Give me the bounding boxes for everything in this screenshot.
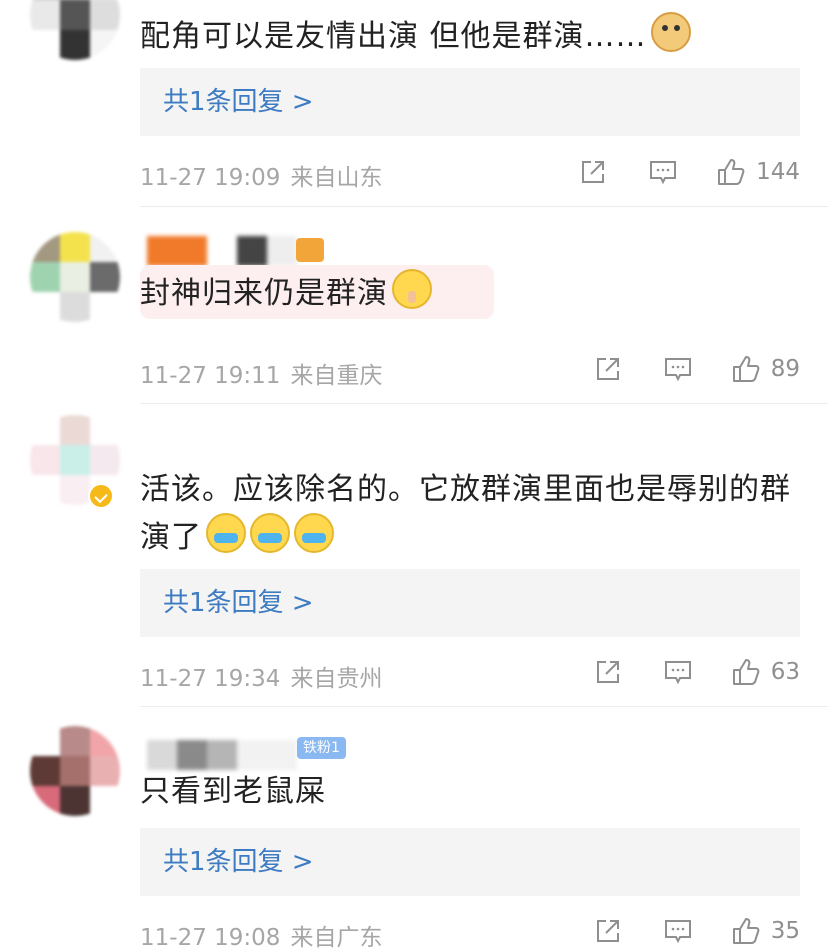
like-button[interactable]: 144 bbox=[716, 157, 800, 187]
share-button[interactable] bbox=[593, 657, 623, 687]
comment-icon bbox=[664, 920, 691, 944]
fan-level-badge: 铁粉1 bbox=[297, 737, 346, 759]
thumbs-up-icon bbox=[732, 918, 760, 944]
comment-text-line-2: 演了 bbox=[140, 513, 791, 561]
location: 来自贵州 bbox=[290, 666, 383, 692]
thumbs-up-icon bbox=[732, 659, 760, 685]
location: 来自山东 bbox=[290, 165, 383, 191]
share-icon bbox=[596, 661, 619, 683]
username-blurred[interactable] bbox=[147, 236, 297, 266]
like-count: 144 bbox=[756, 159, 800, 185]
share-icon bbox=[596, 358, 619, 380]
comment-text: 配角可以是友情出演 但他是群演…… bbox=[140, 12, 691, 60]
location: 来自重庆 bbox=[290, 363, 383, 389]
comment-button[interactable] bbox=[663, 354, 693, 384]
medal-icon bbox=[296, 238, 324, 262]
comment-text: 活该。应该除名的。它放群演里面也是辱别的群 演了 bbox=[140, 467, 791, 561]
like-count: 35 bbox=[770, 918, 800, 944]
comment-text-line-1: 活该。应该除名的。它放群演里面也是辱别的群 bbox=[140, 472, 791, 507]
thumbs-up-icon bbox=[718, 159, 745, 185]
comment-icon bbox=[664, 661, 691, 685]
comment-meta: 11-27 19:11 来自重庆 bbox=[140, 356, 382, 390]
username-blurred[interactable] bbox=[147, 740, 297, 770]
comment-actions: 35 bbox=[593, 914, 800, 948]
timestamp: 11-27 19:34 bbox=[140, 666, 281, 692]
share-icon bbox=[582, 161, 605, 183]
like-count: 89 bbox=[770, 356, 800, 382]
share-button[interactable] bbox=[593, 916, 623, 946]
like-count: 63 bbox=[770, 659, 800, 685]
comment-actions: 63 bbox=[593, 655, 800, 689]
avatar[interactable] bbox=[30, 232, 120, 322]
comment-text: 封神归来仍是群演 bbox=[140, 269, 432, 317]
comment-actions: 89 bbox=[593, 352, 800, 386]
comment-actions: 144 bbox=[578, 155, 800, 189]
doge-emoji-icon bbox=[650, 12, 691, 52]
divider bbox=[140, 206, 828, 207]
timestamp: 11-27 19:11 bbox=[140, 363, 281, 389]
comment-text-line-2-content: 演了 bbox=[140, 520, 202, 555]
share-button[interactable] bbox=[593, 354, 623, 384]
comment-icon bbox=[664, 358, 691, 382]
timestamp: 11-27 19:09 bbox=[140, 165, 281, 191]
avatar[interactable] bbox=[30, 0, 120, 60]
location: 来自广东 bbox=[290, 925, 383, 951]
reply-count-link[interactable]: 共1条回复 > bbox=[140, 68, 800, 136]
verified-badge-icon bbox=[88, 483, 114, 509]
shh-emoji-icon bbox=[392, 269, 432, 309]
comment-text-content: 封神归来仍是群演 bbox=[140, 276, 388, 311]
comment-button[interactable] bbox=[648, 157, 678, 187]
comment-icon bbox=[650, 161, 677, 185]
like-button[interactable]: 35 bbox=[731, 916, 800, 946]
laugh-cry-emoji-icon bbox=[250, 513, 290, 553]
reply-count-link[interactable]: 共1条回复 > bbox=[140, 828, 800, 896]
reply-count-link[interactable]: 共1条回复 > bbox=[140, 569, 800, 637]
comment-text: 只看到老鼠屎 bbox=[140, 769, 326, 815]
comment-button[interactable] bbox=[663, 657, 693, 687]
comment-meta: 11-27 19:09 来自山东 bbox=[140, 158, 382, 192]
comment-meta: 11-27 19:34 来自贵州 bbox=[140, 659, 382, 693]
timestamp: 11-27 19:08 bbox=[140, 925, 281, 951]
comment-text-content: 只看到老鼠屎 bbox=[140, 774, 326, 809]
divider bbox=[140, 403, 828, 404]
laugh-cry-emoji-icon bbox=[206, 513, 246, 553]
like-button[interactable]: 63 bbox=[731, 657, 800, 687]
divider bbox=[140, 706, 828, 707]
comment-text-content: 配角可以是友情出演 但他是群演…… bbox=[140, 19, 647, 54]
like-button[interactable]: 89 bbox=[731, 354, 800, 384]
comment-meta: 11-27 19:08 来自广东 bbox=[140, 918, 382, 952]
thumbs-up-icon bbox=[732, 356, 760, 382]
share-icon bbox=[596, 920, 619, 942]
comment-button[interactable] bbox=[663, 916, 693, 946]
share-button[interactable] bbox=[578, 157, 608, 187]
laugh-cry-emoji-icon bbox=[294, 513, 334, 553]
avatar[interactable] bbox=[30, 726, 120, 816]
